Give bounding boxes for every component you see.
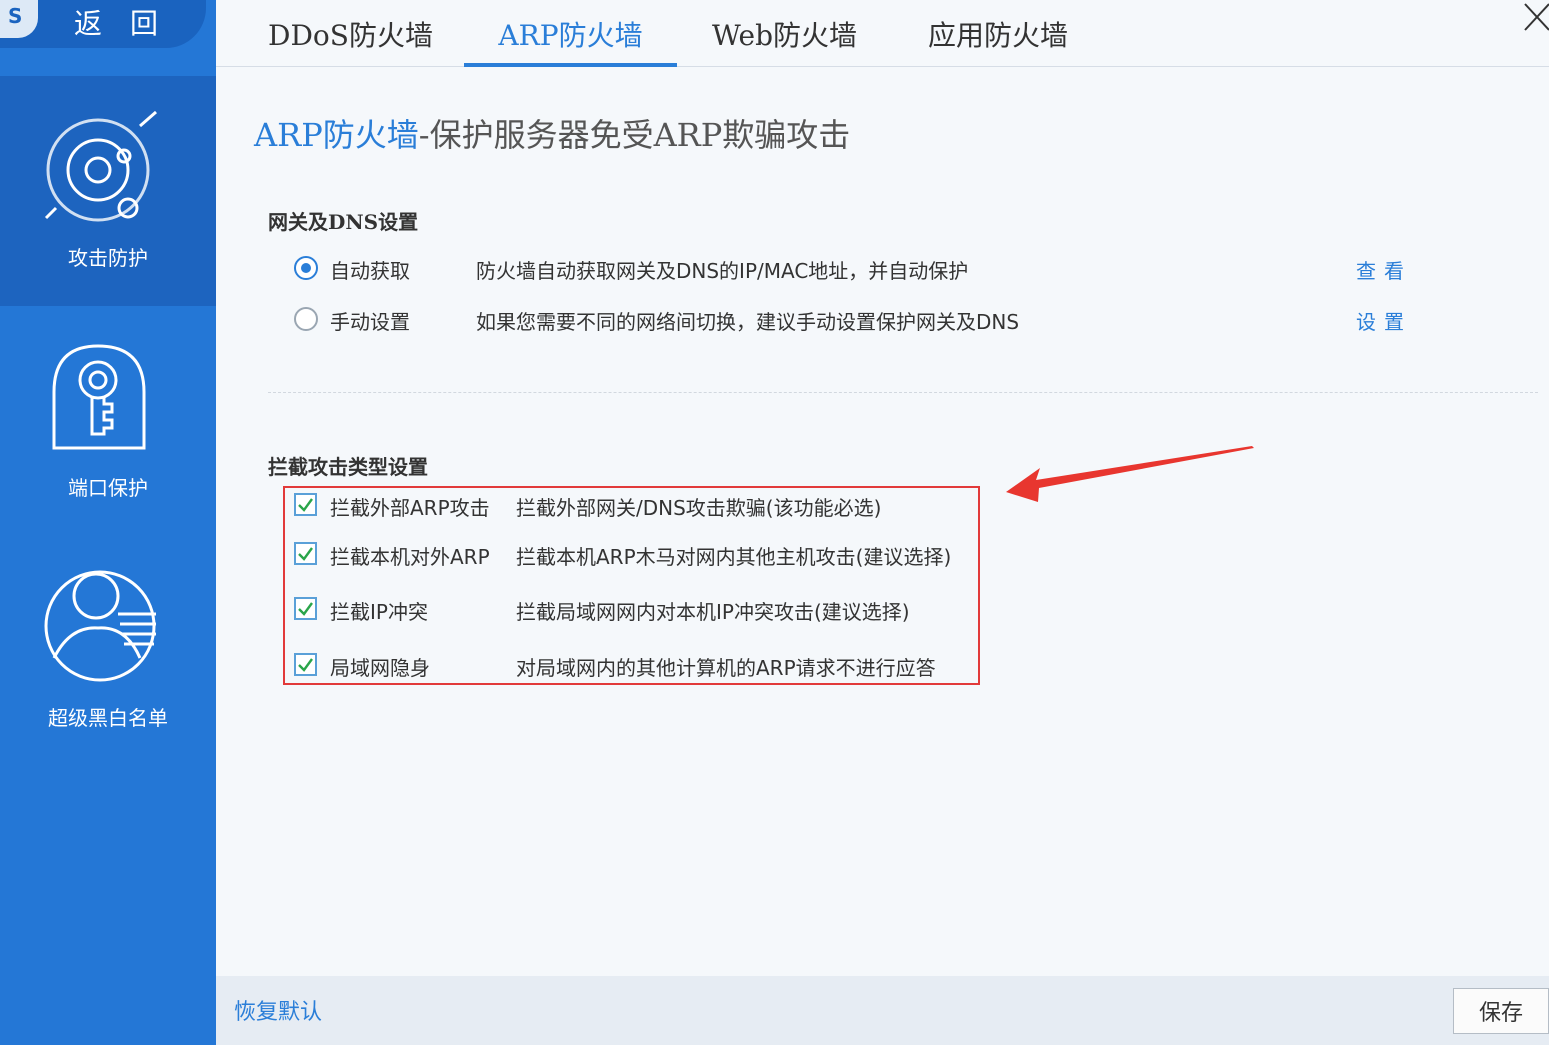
sidebar: S 返回 攻击防护 端口保护 超级黑白名单 [0, 0, 216, 1045]
checkbox-label: 局域网隐身 [330, 656, 430, 680]
tab-ddos-firewall[interactable]: DDoS防火墙 [268, 14, 433, 67]
sidebar-item-port-protection[interactable]: 端口保护 [0, 306, 216, 536]
checkbox-label: 拦截IP冲突 [330, 600, 428, 624]
radar-target-icon [44, 110, 157, 222]
tab-arp-firewall[interactable]: ARP防火墙 [464, 14, 677, 67]
settings-link[interactable]: 设置 [1356, 306, 1412, 335]
view-link[interactable]: 查看 [1356, 255, 1412, 284]
tab-app-firewall[interactable]: 应用防火墙 [928, 14, 1068, 67]
sidebar-item-label: 超级黑白名单 [48, 706, 168, 730]
checkbox-desc: 拦截外部网关/DNS攻击欺骗(该功能必选) [516, 496, 882, 520]
block-local-arp-checkbox[interactable] [294, 542, 317, 565]
checkbox-row-local-arp: 拦截本机对外ARP 拦截本机ARP木马对网内其他主机攻击(建议选择) [294, 539, 974, 569]
checkbox-label: 拦截本机对外ARP [330, 545, 490, 569]
section-divider [268, 392, 1538, 393]
auto-obtain-label: 自动获取 [330, 259, 410, 283]
main-panel: DDoS防火墙 ARP防火墙 Web防火墙 应用防火墙 ARP防火墙-保护服务器… [216, 0, 1549, 1045]
page-title: ARP防火墙-保护服务器免受ARP欺骗攻击 [254, 110, 850, 156]
manual-setting-desc: 如果您需要不同的网络间切换，建议手动设置保护网关及DNS [476, 310, 1020, 334]
checkbox-label: 拦截外部ARP攻击 [330, 496, 490, 520]
checkbox-row-external-arp: 拦截外部ARP攻击 拦截外部网关/DNS攻击欺骗(该功能必选) [294, 490, 974, 520]
footer-bar: 恢复默认 保存 [216, 976, 1549, 1045]
logo-letter: S [8, 4, 23, 28]
user-list-icon [44, 570, 156, 682]
annotation-arrow-icon [1006, 446, 1254, 502]
restore-default-link[interactable]: 恢复默认 [234, 994, 322, 1026]
manual-setting-radio[interactable] [294, 307, 318, 331]
checkbox-row-ip-conflict: 拦截IP冲突 拦截局域网网内对本机IP冲突攻击(建议选择) [294, 594, 974, 624]
page-title-highlight: ARP防火墙 [254, 116, 419, 154]
close-icon[interactable] [1521, 0, 1549, 34]
lan-stealth-checkbox[interactable] [294, 653, 317, 676]
block-external-arp-checkbox[interactable] [294, 493, 317, 516]
tab-bar: DDoS防火墙 ARP防火墙 Web防火墙 应用防火墙 [216, 0, 1549, 67]
radio-row-auto: 自动获取 防火墙自动获取网关及DNS的IP/MAC地址，并自动保护 [294, 253, 1244, 283]
back-button[interactable]: S 返回 [0, 0, 206, 48]
checkbox-desc: 拦截局域网网内对本机IP冲突攻击(建议选择) [516, 600, 910, 624]
app-logo: S [0, 0, 38, 38]
checkbox-desc: 拦截本机ARP木马对网内其他主机攻击(建议选择) [516, 545, 952, 569]
save-button[interactable]: 保存 [1453, 988, 1549, 1034]
auto-obtain-radio[interactable] [294, 256, 318, 280]
back-label: 返回 [74, 7, 187, 40]
gateway-section-title: 网关及DNS设置 [268, 210, 419, 234]
page-title-rest: -保护服务器免受ARP欺骗攻击 [418, 116, 851, 154]
checkbox-desc: 对局域网内的其他计算机的ARP请求不进行应答 [516, 656, 936, 680]
tab-web-firewall[interactable]: Web防火墙 [712, 14, 857, 67]
block-ip-conflict-checkbox[interactable] [294, 597, 317, 620]
sidebar-item-label: 端口保护 [68, 476, 148, 500]
sidebar-item-attack-protection[interactable]: 攻击防护 [0, 76, 216, 306]
sidebar-item-label: 攻击防护 [68, 246, 148, 270]
checkbox-row-lan-stealth: 局域网隐身 对局域网内的其他计算机的ARP请求不进行应答 [294, 650, 974, 680]
block-section-title: 拦截攻击类型设置 [268, 455, 428, 479]
manual-setting-label: 手动设置 [330, 310, 410, 334]
key-icon [52, 344, 146, 450]
radio-row-manual: 手动设置 如果您需要不同的网络间切换，建议手动设置保护网关及DNS [294, 304, 1244, 334]
sidebar-item-black-white-list[interactable]: 超级黑白名单 [0, 536, 216, 766]
auto-obtain-desc: 防火墙自动获取网关及DNS的IP/MAC地址，并自动保护 [476, 259, 969, 283]
